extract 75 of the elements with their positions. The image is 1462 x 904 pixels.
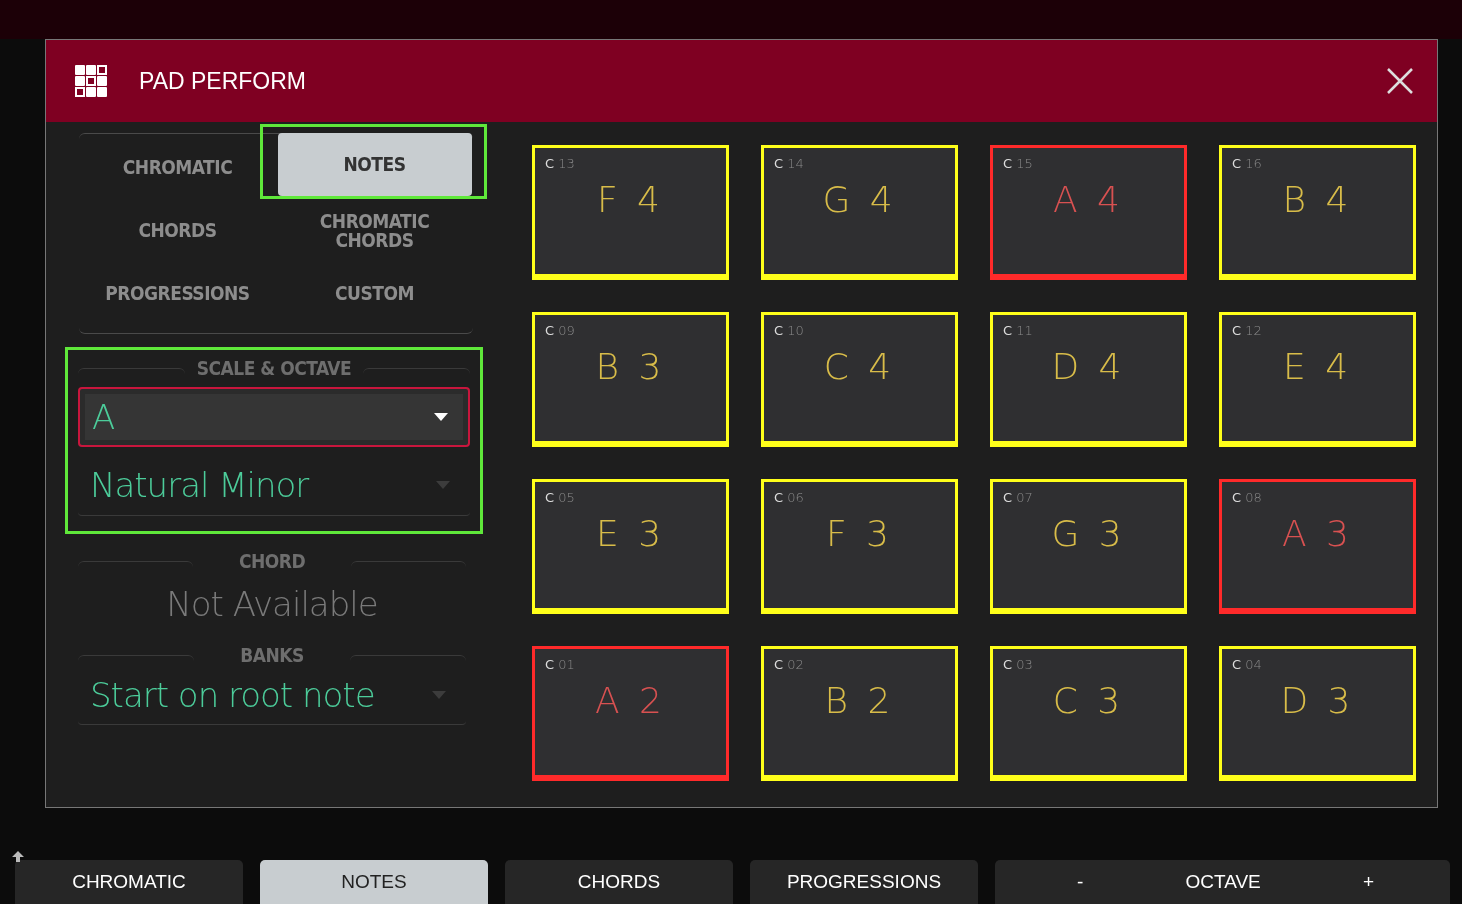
pad[interactable]: C 04 D 3 [1219,646,1416,781]
pad-label: C 15 [1003,156,1034,171]
increment-button[interactable]: + [1358,871,1378,893]
mode-button[interactable]: CHROMATIC [80,136,275,199]
pad-label: C 01 [545,657,576,672]
mode-tab[interactable]: CHROMATIC [15,860,243,904]
mode-button[interactable]: CHORDS [80,199,275,262]
section-heading: BANKS [239,644,305,666]
pad[interactable]: C 08 A 3 [1219,479,1416,614]
pad-note: D 4 [1050,346,1127,387]
up-arrow-icon [12,851,24,863]
pad-note: E 3 [594,513,667,554]
section-heading: SCALE & OCTAVE [196,357,352,379]
pad-note: D 3 [1279,680,1356,721]
mode-button[interactable]: CUSTOM [277,262,472,325]
pad-label: C 02 [774,657,805,672]
pad-label: C 06 [774,490,805,505]
pad-note: F 3 [824,513,895,554]
pad-note: F 4 [595,179,666,220]
pad[interactable]: C 13 F 4 [532,145,729,280]
pad-note: A 4 [1052,179,1125,220]
pad-note: C 4 [822,346,897,387]
chord-status-text: Not Available [165,584,379,624]
pad[interactable]: C 05 E 3 [532,479,729,614]
mode-tab[interactable]: PROGRESSIONS [750,860,978,904]
pad[interactable]: C 09 B 3 [532,312,729,447]
pad-note: E 4 [1281,346,1354,387]
pad-label: C 13 [545,156,576,171]
pad[interactable]: C 06 F 3 [761,479,958,614]
pad[interactable]: C 15 A 4 [990,145,1187,280]
section-heading: CHORD [237,550,307,572]
decrement-button[interactable]: - [1073,871,1088,893]
pad-note: C 3 [1051,680,1126,721]
pad-note: B 3 [594,346,667,387]
caret-icon [432,691,446,699]
mode-button[interactable]: NOTES [277,133,472,196]
pad[interactable]: C 02 B 2 [761,646,958,781]
pad[interactable]: C 12 E 4 [1219,312,1416,447]
pad-label: C 08 [1232,490,1263,505]
pad-label: C 16 [1232,156,1263,171]
pad-note: G 3 [1050,513,1127,554]
grid-icon [75,65,107,97]
pad-note: B 4 [1281,179,1354,220]
close-icon[interactable] [1387,68,1413,94]
scale-dropdown[interactable]: Natural Minor [78,455,470,516]
pad[interactable]: C 07 G 3 [990,479,1187,614]
pad-label: C 09 [545,323,576,338]
mode-tab[interactable]: NOTES [260,860,488,904]
octave-label: OCTAVE [1185,871,1261,893]
pad[interactable]: C 11 D 4 [990,312,1187,447]
caret-icon [436,481,450,489]
mode-button[interactable]: CHROMATIC CHORDS [277,199,472,262]
dialog-title: PAD PERFORM [139,67,307,95]
pad-label: C 12 [1232,323,1263,338]
pad[interactable]: C 14 G 4 [761,145,958,280]
pad-label: C 03 [1003,657,1034,672]
pad-label: C 10 [774,323,805,338]
pad-note: A 3 [1281,513,1354,554]
pad[interactable]: C 03 C 3 [990,646,1187,781]
mode-tab[interactable]: CHORDS [505,860,733,904]
pad[interactable]: C 01 A 2 [532,646,729,781]
pad-label: C 04 [1232,657,1263,672]
root-note-dropdown[interactable]: A [78,387,470,447]
pad-label: C 07 [1003,490,1034,505]
banks-dropdown[interactable]: Start on root note [78,666,466,725]
mode-button[interactable]: PROGRESSIONS [80,262,275,325]
pad-note: A 2 [594,680,667,721]
pad-note: B 2 [823,680,896,721]
pad-label: C 14 [774,156,805,171]
caret-icon [434,413,448,421]
pad-label: C 11 [1003,323,1034,338]
pad-note: G 4 [821,179,898,220]
pad[interactable]: C 16 B 4 [1219,145,1416,280]
pad-label: C 05 [545,490,576,505]
pad[interactable]: C 10 C 4 [761,312,958,447]
